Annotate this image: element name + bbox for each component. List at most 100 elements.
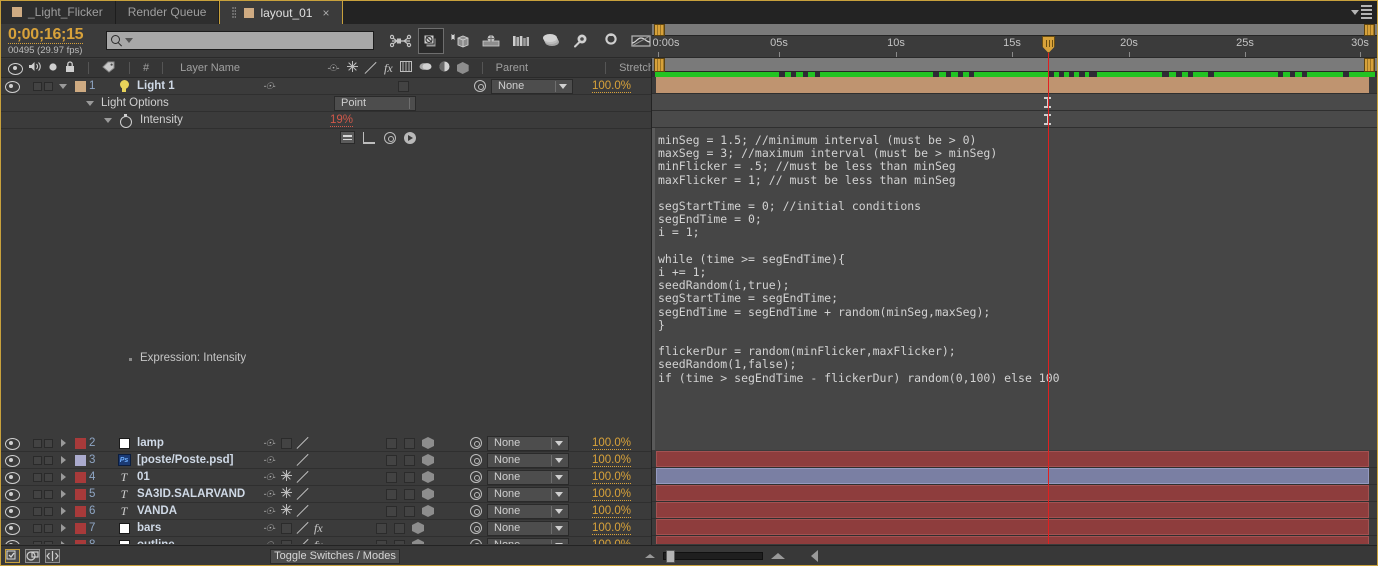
parent-dropdown[interactable]: None [487, 486, 569, 502]
layer-name[interactable]: lamp [137, 435, 254, 452]
layer-duration-bar[interactable] [656, 77, 1369, 93]
composition-mini-flowchart-icon[interactable] [388, 28, 414, 54]
frame-blend-toggle[interactable] [386, 437, 397, 449]
frame-blend-toggle[interactable] [386, 454, 397, 466]
work-area-bar[interactable] [652, 58, 1378, 72]
layer-visibility-toggle[interactable] [0, 486, 22, 503]
collapse-transformations-icon[interactable] [347, 61, 358, 75]
frame-blend-toggle[interactable] [376, 539, 387, 544]
chevron-down-icon[interactable] [104, 117, 112, 123]
audio-toggle[interactable] [22, 537, 33, 545]
layer-stretch[interactable]: 100.0% [582, 503, 652, 520]
solo-toggle[interactable] [33, 486, 44, 503]
twirl-arrow[interactable] [55, 520, 71, 537]
parent-dropdown[interactable]: None [491, 78, 573, 94]
frame-blend-toggle[interactable] [376, 522, 387, 534]
solo-toggle[interactable] [33, 435, 44, 452]
parent-dropdown[interactable]: None [487, 452, 569, 468]
effects-icon[interactable]: fx [314, 521, 323, 536]
draft-3d-icon[interactable] [418, 27, 444, 54]
tab-render-queue[interactable]: Render Queue [115, 0, 220, 24]
auto-keyframe-icon[interactable] [568, 28, 594, 54]
current-time-indicator[interactable] [1048, 36, 1049, 544]
lock-toggle[interactable] [44, 537, 55, 544]
light-type-dropdown[interactable]: Point [334, 95, 416, 111]
layer-label-color[interactable] [71, 537, 89, 544]
table-row[interactable]: 2 lamp -☉- None 100.0% [0, 435, 652, 452]
zoom-slider-handle[interactable] [666, 550, 675, 563]
audio-toggle[interactable] [22, 435, 33, 452]
zoom-out-icon[interactable] [645, 554, 655, 558]
frame-blend-toggle[interactable] [386, 471, 397, 483]
timeline-row[interactable] [652, 468, 1378, 485]
layer-visibility-toggle[interactable] [0, 503, 22, 520]
motion-blur-toggle[interactable] [394, 539, 405, 544]
layer-duration-bar[interactable] [656, 451, 1369, 467]
layer-label-color[interactable] [71, 78, 89, 95]
layer-name[interactable]: 01 [137, 469, 254, 486]
twirl-down-arrow[interactable] [55, 78, 71, 95]
layer-visibility-toggle[interactable] [0, 469, 22, 486]
table-row[interactable]: 5 T SA3ID.SALARVAND -☉- None 100.0% [0, 486, 652, 503]
zoom-in-icon[interactable] [771, 553, 785, 559]
table-row[interactable]: 7 bars -☉- fx None 100.0% [0, 520, 652, 537]
lock-icon[interactable] [65, 60, 75, 76]
audio-toggle[interactable] [22, 503, 33, 520]
work-area-end-handle[interactable] [1364, 24, 1375, 36]
shy-icon[interactable]: -☉- [326, 62, 340, 74]
timeline-row[interactable] [652, 111, 1378, 128]
timeline-zoom-slider[interactable] [663, 550, 763, 563]
adjustment-layer-icon[interactable] [439, 61, 450, 75]
parent-dropdown[interactable]: None [487, 503, 569, 519]
solo-toggle[interactable] [33, 537, 44, 544]
layer-label-color[interactable] [71, 452, 89, 469]
audio-icon[interactable] [28, 61, 41, 75]
effects-icon[interactable]: fx [384, 61, 393, 76]
3d-toggle-box[interactable] [398, 80, 409, 92]
layer-visibility-toggle[interactable] [0, 537, 22, 544]
comp-flowchart-icon[interactable] [25, 549, 40, 563]
lock-toggle[interactable] [44, 503, 55, 520]
shy-icon[interactable]: -☉- [262, 454, 276, 466]
hide-shy-layers-icon[interactable] [448, 28, 474, 54]
graph-editor-icon[interactable] [598, 28, 624, 54]
layer-label-color[interactable] [71, 520, 89, 537]
3d-layer-icon[interactable] [422, 471, 434, 483]
collapse-transformations-icon[interactable] [281, 504, 292, 518]
motion-blur-toggle[interactable] [404, 454, 415, 466]
twirl-arrow[interactable] [55, 503, 71, 520]
lock-toggle[interactable] [44, 486, 55, 503]
table-row[interactable]: 1 Light 1 -☉- None 100.0% [0, 78, 652, 95]
quality-icon[interactable] [297, 488, 309, 500]
pick-whip-icon[interactable] [474, 80, 486, 92]
layer-visibility-toggle[interactable] [0, 452, 22, 469]
work-area-bar-top[interactable] [652, 24, 1378, 36]
enable-frame-blending-icon[interactable] [478, 28, 504, 54]
layer-label-color[interactable] [71, 435, 89, 452]
3d-layer-icon[interactable] [422, 454, 434, 466]
label-icon[interactable] [102, 61, 116, 76]
enable-motion-blur-icon[interactable] [508, 28, 534, 54]
layer-name[interactable]: Light 1 [137, 78, 254, 95]
3d-layer-icon[interactable] [456, 62, 469, 74]
3d-layer-icon[interactable] [412, 522, 424, 534]
property-value[interactable]: 19% [330, 114, 354, 127]
table-row[interactable]: 8 outline -☉- fx None [0, 537, 652, 544]
timeline-row[interactable] [652, 536, 1378, 544]
quality-icon[interactable] [297, 454, 309, 466]
parent-dropdown[interactable]: None [487, 435, 569, 451]
layer-label-color[interactable] [71, 469, 89, 486]
lock-toggle[interactable] [44, 435, 55, 452]
time-ruler[interactable]: 0:00s 05s 10s 15s 20s 25s 30s [652, 36, 1378, 58]
column-header-layer-name[interactable]: Layer Name [180, 62, 240, 74]
collapse-transformations-icon[interactable] [281, 487, 292, 501]
pick-whip-icon[interactable] [384, 131, 396, 144]
brainstorm-icon[interactable] [538, 28, 564, 54]
layer-label-color[interactable] [71, 486, 89, 503]
3d-layer-icon[interactable] [422, 505, 434, 517]
layer-visibility-toggle[interactable] [0, 78, 22, 95]
expression-enable-icon[interactable] [340, 131, 355, 144]
layer-stretch[interactable]: 100.0% [582, 520, 652, 537]
layer-duration-bar[interactable] [656, 502, 1369, 518]
effects-icon[interactable]: fx [314, 538, 323, 545]
